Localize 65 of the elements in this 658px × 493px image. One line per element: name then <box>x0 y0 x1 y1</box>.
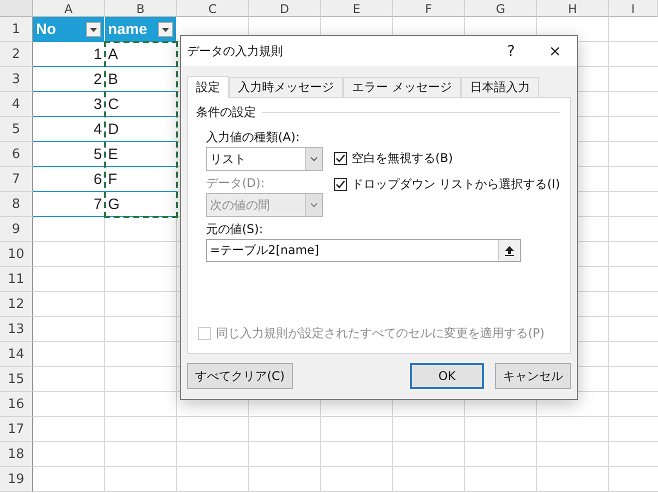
arrow-up-icon <box>505 246 514 256</box>
column-header[interactable]: A <box>33 0 105 17</box>
row-header[interactable]: 4 <box>0 92 33 117</box>
column-header[interactable]: H <box>537 0 609 17</box>
column-header[interactable]: C <box>177 0 249 17</box>
row-header[interactable]: 14 <box>0 342 33 367</box>
collapse-dialog-button[interactable] <box>498 240 520 261</box>
table-header-cell: name <box>105 17 177 42</box>
filter-dropdown-button[interactable] <box>158 22 173 37</box>
row-header[interactable]: 16 <box>0 392 33 417</box>
table-cell: 4 <box>33 117 105 142</box>
caret-icon <box>305 194 322 216</box>
checkbox-label: 空白を無視する(B) <box>351 150 453 167</box>
field-label: 元の値(S): <box>206 221 264 238</box>
source-input-field[interactable]: =テーブル2[name] <box>206 239 521 262</box>
caret-icon <box>90 28 97 32</box>
row-header[interactable]: 18 <box>0 442 33 467</box>
row-header[interactable]: 13 <box>0 317 33 342</box>
caret-icon <box>162 28 169 32</box>
row-header[interactable]: 1 <box>0 17 33 42</box>
row-header[interactable]: 2 <box>0 42 33 67</box>
checkbox-label: ドロップダウン リストから選択する(I) <box>351 176 560 193</box>
checkbox[interactable] <box>334 152 348 164</box>
table-cell: D <box>105 117 177 142</box>
row-header[interactable]: 10 <box>0 242 33 267</box>
group-title: 条件の設定 <box>196 104 256 121</box>
dropdown[interactable]: リスト <box>206 147 324 171</box>
row-header[interactable]: 11 <box>0 267 33 292</box>
dialog-button[interactable]: キャンセル <box>495 363 571 389</box>
tab[interactable]: 入力時メッセージ <box>229 77 343 97</box>
checkbox-label: 同じ入力規則が設定されたすべてのセルに変更を適用する(P) <box>216 325 545 342</box>
column-header[interactable]: B <box>105 0 177 17</box>
table-header-cell: No <box>33 17 105 42</box>
close-button[interactable]: × <box>533 36 577 66</box>
checkbox[interactable] <box>334 178 348 190</box>
row-header[interactable]: 3 <box>0 67 33 92</box>
row-header[interactable]: 12 <box>0 292 33 317</box>
row-header[interactable]: 9 <box>0 217 33 242</box>
table-cell: 6 <box>33 167 105 192</box>
tab[interactable]: 日本語入力 <box>460 77 539 97</box>
table-cell: 2 <box>33 67 105 92</box>
column-header[interactable]: F <box>393 0 465 17</box>
row-header[interactable]: 8 <box>0 192 33 217</box>
filter-dropdown-button[interactable] <box>86 22 101 37</box>
table-cell: B <box>105 67 177 92</box>
column-header[interactable]: D <box>249 0 321 17</box>
field-label: 入力値の種類(A): <box>206 129 301 146</box>
column-header[interactable]: I <box>609 0 658 17</box>
row-header[interactable]: 17 <box>0 417 33 442</box>
table-cell: F <box>105 167 177 192</box>
row-header[interactable]: 5 <box>0 117 33 142</box>
row-header[interactable]: 6 <box>0 142 33 167</box>
column-header[interactable]: E <box>321 0 393 17</box>
dialog-button[interactable]: OK <box>410 363 484 389</box>
caret-icon <box>305 148 322 170</box>
row-header[interactable]: 19 <box>0 467 33 492</box>
help-button[interactable]: ? <box>489 36 533 66</box>
row-header[interactable]: 15 <box>0 367 33 392</box>
dialog-button[interactable]: すべてクリア(C) <box>187 363 293 389</box>
field-label: データ(D): <box>206 175 266 192</box>
dialog-title: データの入力規則 <box>187 42 284 60</box>
tab[interactable]: 設定 <box>187 76 229 98</box>
row-header[interactable]: 7 <box>0 167 33 192</box>
column-header[interactable]: G <box>465 0 537 17</box>
tab[interactable]: エラー メッセージ <box>343 77 461 97</box>
